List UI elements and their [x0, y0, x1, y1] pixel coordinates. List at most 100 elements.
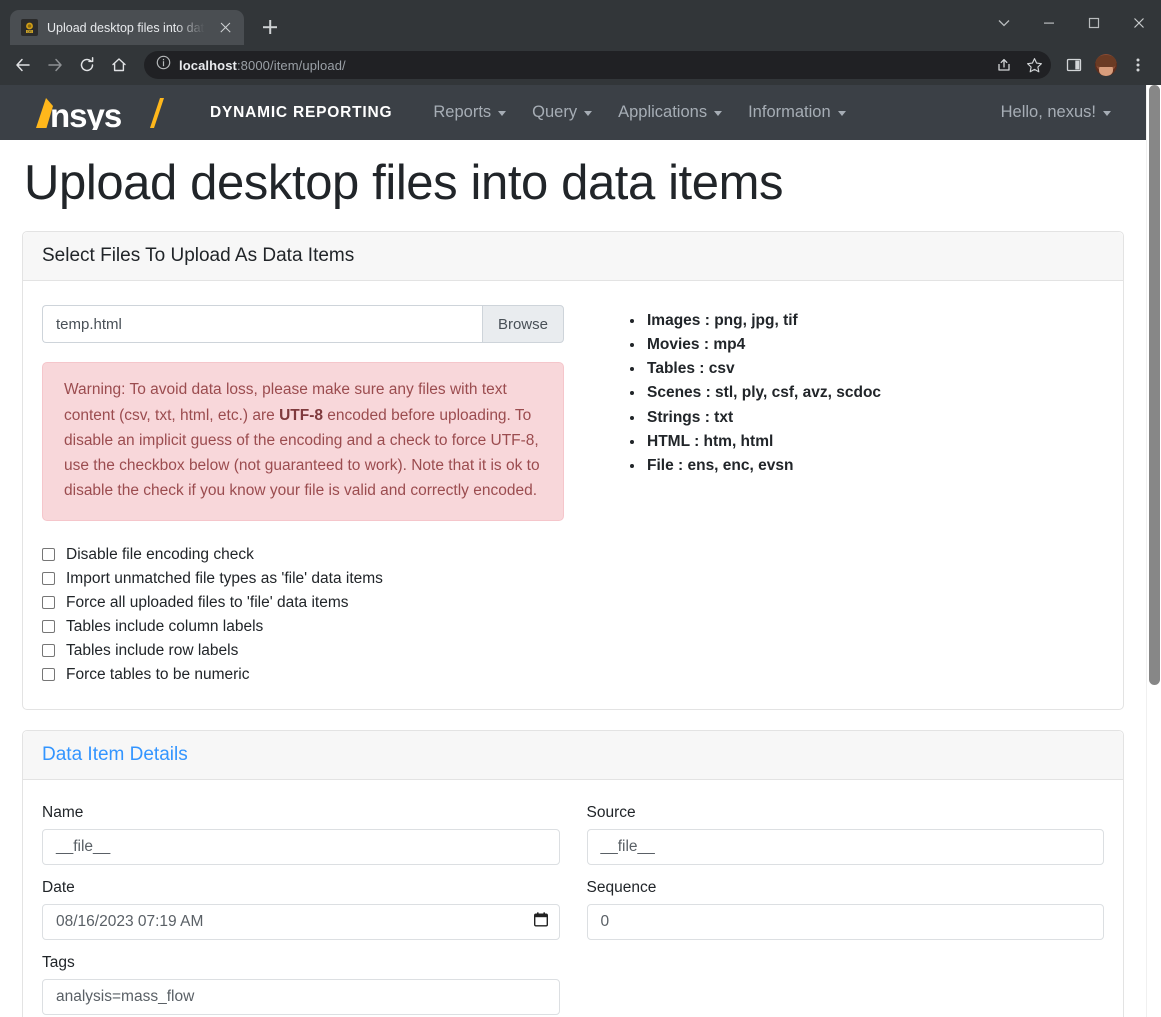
checkbox-row[interactable]: Import unmatched file types as 'file' da… — [42, 567, 585, 591]
checkbox-label[interactable]: Force tables to be numeric — [66, 666, 250, 684]
ansys-logo[interactable]: nsys DYNAMIC REPORTING — [32, 96, 392, 130]
chevron-down-icon — [584, 111, 593, 116]
page-scrollbar[interactable] — [1146, 85, 1161, 1017]
share-icon[interactable] — [989, 50, 1019, 80]
checkbox-row[interactable]: Disable file encoding check — [42, 543, 585, 567]
checkbox-row[interactable]: Force all uploaded files to 'file' data … — [42, 591, 585, 615]
checkbox-import-unmatched-file-types[interactable] — [42, 572, 55, 586]
maximize-icon[interactable] — [1071, 0, 1116, 45]
date-input[interactable]: 08/16/2023 07:19 AM — [42, 903, 560, 940]
tags-input[interactable]: analysis=mass_flow — [42, 978, 560, 1015]
minimize-icon[interactable] — [1026, 0, 1071, 45]
browse-button[interactable]: Browse — [481, 305, 564, 344]
side-panel-icon[interactable] — [1059, 50, 1089, 80]
source-input[interactable]: __file__ — [586, 828, 1104, 865]
page-title: Upload desktop files into data items — [24, 156, 784, 210]
tab-close-icon[interactable] — [217, 19, 234, 36]
calendar-icon[interactable] — [533, 912, 548, 932]
checkbox-row[interactable]: Tables include column labels — [42, 615, 585, 639]
details-left-column: Name __file__ Date 08/16/2023 07:19 AM T… — [42, 804, 560, 1017]
navbar-links: Reports Query Applications Information — [420, 97, 858, 128]
browser-toolbar: localhost:8000/item/upload/ — [0, 45, 1161, 85]
upload-card-header: Select Files To Upload As Data Items — [23, 232, 1123, 282]
url-host: localhost — [179, 57, 237, 73]
file-name-input[interactable]: temp.html — [42, 305, 482, 344]
checkbox-label[interactable]: Tables include column labels — [66, 618, 263, 636]
checkbox-force-tables-numeric[interactable] — [42, 668, 55, 682]
list-item: File : ens, enc, evsn — [625, 454, 1104, 478]
page-viewport: nsys DYNAMIC REPORTING Reports Query App… — [0, 85, 1161, 1017]
checkbox-tables-include-column-labels[interactable] — [42, 620, 55, 634]
list-item: Images : png, jpg, tif — [625, 309, 1104, 333]
upload-left-column: temp.html Browse Warning: To avoid data … — [42, 305, 585, 687]
reload-icon[interactable] — [72, 50, 102, 80]
date-value: 08/16/2023 07:19 AM — [56, 912, 204, 930]
list-item: Tables : csv — [625, 357, 1104, 381]
omnibox-actions — [989, 51, 1049, 79]
checkbox-label[interactable]: Import unmatched file types as 'file' da… — [66, 570, 383, 588]
scrollbar-thumb[interactable] — [1149, 85, 1160, 685]
forward-icon[interactable] — [40, 50, 70, 80]
checkbox-label[interactable]: Force all uploaded files to 'file' data … — [66, 594, 348, 612]
supported-file-types-list: Images : png, jpg, tif Movies : mp4 Tabl… — [625, 309, 1104, 477]
checkbox-row[interactable]: Force tables to be numeric — [42, 663, 585, 687]
checkbox-row[interactable]: Tables include row labels — [42, 639, 585, 663]
upload-card-body: temp.html Browse Warning: To avoid data … — [23, 281, 1123, 709]
tab-strip: DR Upload desktop files into data ite — [0, 0, 284, 45]
page-content: Upload desktop files into data items Sel… — [0, 140, 1146, 1017]
url-text: localhost:8000/item/upload/ — [179, 58, 346, 73]
back-icon[interactable] — [8, 50, 38, 80]
user-menu[interactable]: Hello, nexus! — [988, 97, 1124, 128]
ansys-wordmark-icon: nsys — [36, 97, 164, 130]
checkbox-tables-include-row-labels[interactable] — [42, 644, 55, 658]
ansys-favicon-icon: DR — [21, 19, 38, 36]
field-date: Date 08/16/2023 07:19 AM — [42, 879, 560, 940]
bookmark-star-icon[interactable] — [1019, 50, 1049, 80]
nav-item-query[interactable]: Query — [519, 97, 605, 128]
browser-tab[interactable]: DR Upload desktop files into data ite — [10, 10, 244, 45]
nav-item-label: Applications — [618, 103, 708, 121]
data-item-details-card: Data Item Details Name __file__ Date 08/… — [22, 729, 1124, 1017]
close-window-icon[interactable] — [1116, 0, 1161, 45]
checkbox-label[interactable]: Disable file encoding check — [66, 546, 254, 564]
field-source: Source __file__ — [586, 804, 1104, 865]
web-page: nsys DYNAMIC REPORTING Reports Query App… — [0, 85, 1146, 1017]
field-label: Date — [42, 878, 75, 896]
warning-text-bold: UTF-8 — [279, 406, 323, 424]
home-icon[interactable] — [104, 50, 134, 80]
address-bar[interactable]: localhost:8000/item/upload/ — [144, 51, 1051, 79]
data-item-details-header[interactable]: Data Item Details — [23, 730, 1123, 780]
chevron-down-icon — [498, 111, 507, 116]
nav-item-label: Information — [748, 103, 831, 121]
chevron-down-icon — [1103, 111, 1111, 116]
list-item: Movies : mp4 — [625, 333, 1104, 357]
file-picker-group: temp.html Browse — [42, 305, 564, 344]
navbar-right: Hello, nexus! — [988, 97, 1124, 128]
nav-item-applications[interactable]: Applications — [605, 97, 735, 128]
nav-item-label: Query — [532, 103, 578, 121]
svg-text:nsys: nsys — [50, 97, 121, 130]
url-path: :8000/item/upload/ — [236, 57, 346, 73]
checkbox-disable-file-encoding-check[interactable] — [42, 548, 55, 562]
nav-item-reports[interactable]: Reports — [420, 97, 519, 128]
list-item: Strings : txt — [625, 406, 1104, 430]
field-sequence: Sequence 0 — [586, 879, 1104, 940]
checkbox-label[interactable]: Tables include row labels — [66, 642, 238, 660]
upload-options-checkboxes: Disable file encoding check Import unmat… — [42, 543, 585, 687]
list-item: HTML : htm, html — [625, 430, 1104, 454]
field-name: Name __file__ — [42, 804, 560, 865]
checkbox-force-all-uploaded-files[interactable] — [42, 596, 55, 610]
encoding-warning-alert: Warning: To avoid data loss, please make… — [42, 362, 564, 521]
field-tags: Tags analysis=mass_flow — [42, 954, 560, 1015]
upload-card: Select Files To Upload As Data Items tem… — [22, 231, 1124, 710]
three-dot-menu-icon[interactable] — [1123, 50, 1153, 80]
field-label: Name — [42, 803, 84, 821]
sequence-input[interactable]: 0 — [586, 903, 1104, 940]
name-input[interactable]: __file__ — [42, 828, 560, 865]
browser-window: DR Upload desktop files into data ite — [0, 0, 1161, 1017]
new-tab-button[interactable] — [256, 13, 284, 41]
tab-search-icon[interactable] — [981, 0, 1026, 45]
nav-item-information[interactable]: Information — [735, 97, 859, 128]
info-circle-icon[interactable] — [156, 55, 171, 75]
profile-avatar[interactable] — [1091, 50, 1121, 80]
